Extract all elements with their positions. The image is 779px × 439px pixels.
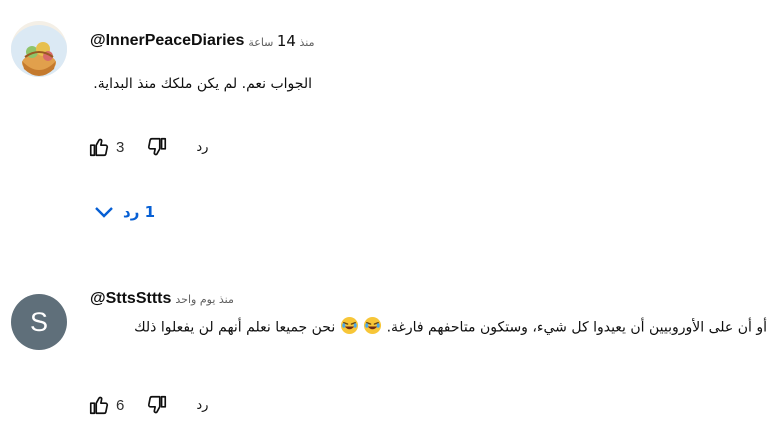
avatar[interactable] xyxy=(11,21,67,77)
comment-text: الجواب نعم. لم يكن ملكك منذ البداية. xyxy=(93,76,312,92)
author-handle[interactable]: @InnerPeaceDiaries xyxy=(90,32,244,50)
dislike-button[interactable] xyxy=(146,136,168,158)
comment-text-part: نحن جميعا نعلم أنهم لن يفعلوا ذلك xyxy=(134,319,336,336)
comment-time[interactable]: منذ 14 ساعة xyxy=(248,32,314,50)
thumbs-down-icon xyxy=(148,137,167,156)
like-count: 3 xyxy=(116,138,125,156)
like-button[interactable] xyxy=(88,394,110,416)
laughing-emoji-icon xyxy=(340,316,359,339)
comment-header: @InnerPeaceDiaries منذ 14 ساعة xyxy=(90,32,314,50)
avatar-letter: S xyxy=(29,307,48,337)
dislike-button[interactable] xyxy=(146,394,168,416)
comment-actions: 3 رد xyxy=(88,136,208,158)
time-unit: ساعة xyxy=(248,36,274,49)
comment-text-part: أو أن على الأوروبيين أن يعيدوا كل شيء، و… xyxy=(386,319,767,336)
avatar-image xyxy=(11,21,67,77)
replies-count-label: 1 رد xyxy=(123,203,155,221)
laughing-emoji-icon xyxy=(363,316,382,339)
comment-thread: @InnerPeaceDiaries منذ 14 ساعة الجواب نع… xyxy=(0,0,779,270)
thumbs-down-icon xyxy=(148,395,167,414)
comment-actions: 6 رد xyxy=(88,394,208,416)
thumbs-up-icon xyxy=(89,396,109,415)
comment-thread: S @SttsSttts منذ يوم واحد أو أن على الأو… xyxy=(0,270,779,439)
comment-header: @SttsSttts منذ يوم واحد xyxy=(90,290,234,308)
like-button[interactable] xyxy=(88,136,110,158)
time-prefix: منذ xyxy=(299,36,315,49)
avatar[interactable]: S xyxy=(11,294,67,350)
comment-text: أو أن على الأوروبيين أن يعيدوا كل شيء، و… xyxy=(134,316,767,339)
thumbs-up-icon xyxy=(89,138,109,157)
chevron-down-icon xyxy=(95,207,113,218)
reply-button[interactable]: رد xyxy=(196,140,208,155)
reply-button[interactable]: رد xyxy=(196,398,208,413)
like-count: 6 xyxy=(116,396,125,414)
view-replies-button[interactable]: 1 رد xyxy=(93,203,155,221)
author-handle[interactable]: @SttsSttts xyxy=(90,290,171,308)
comment-time[interactable]: منذ يوم واحد xyxy=(175,293,233,306)
time-number: 14 xyxy=(276,32,296,50)
